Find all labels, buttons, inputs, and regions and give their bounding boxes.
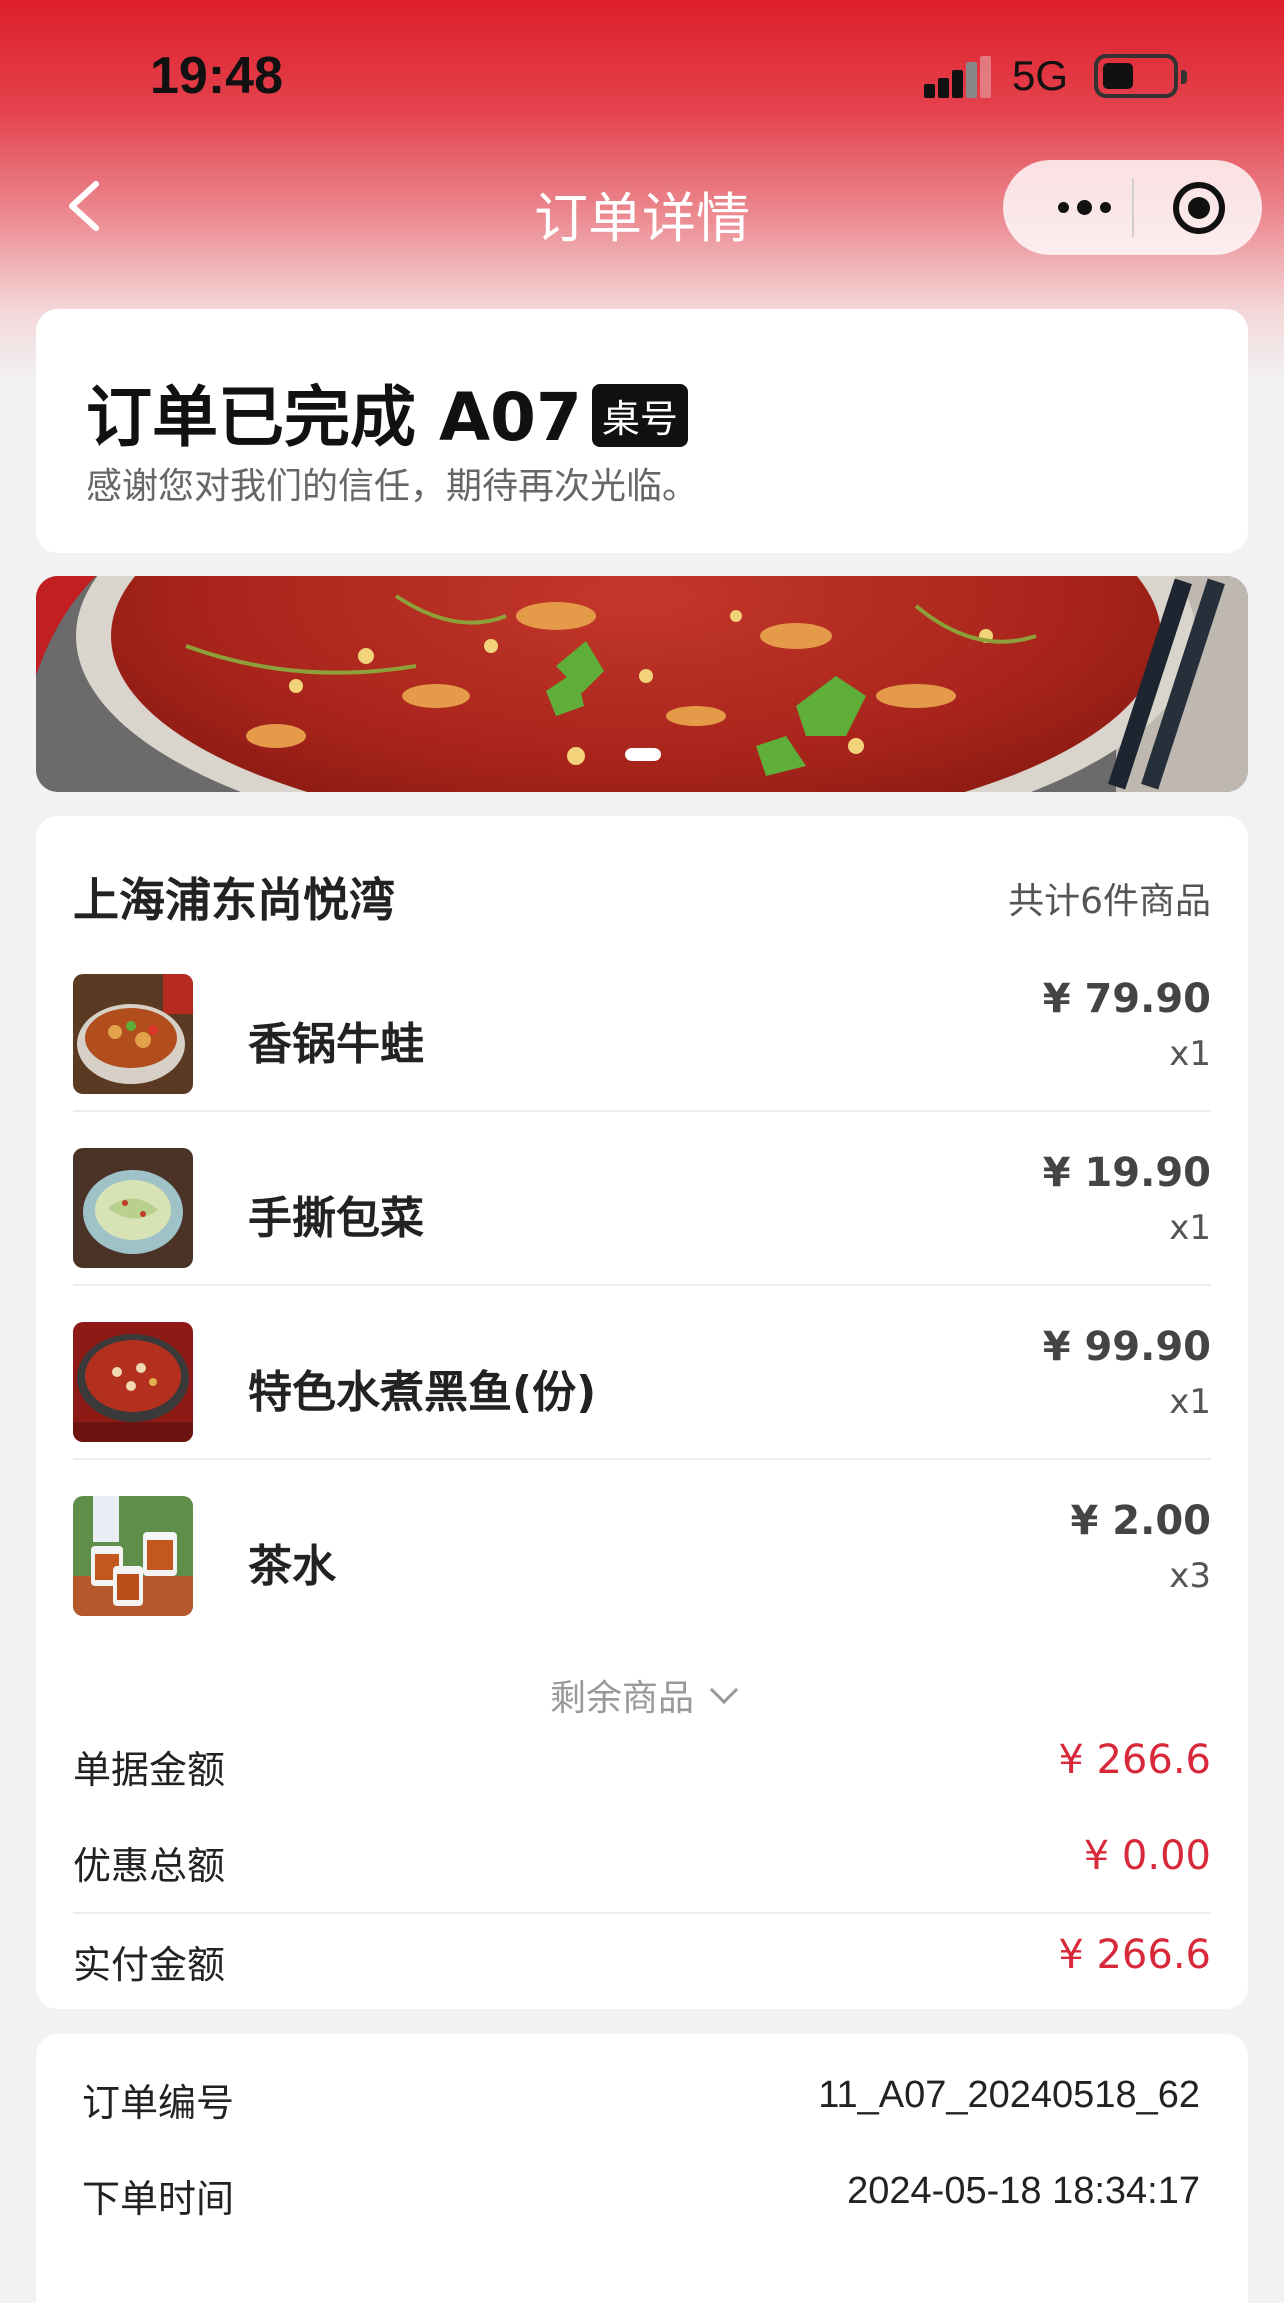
chevron-down-icon xyxy=(709,1675,739,1705)
order-items-card: 上海浦东尚悦湾 共计6件商品 香锅牛蛙 ¥ 79.90 x1 手撕包菜 ¥ 19… xyxy=(36,816,1248,2009)
order-status-card: 订单已完成 A07 桌号 感谢您对我们的信任，期待再次光临。 xyxy=(36,309,1248,553)
network-label: 5G xyxy=(1012,52,1069,99)
item-price: ¥ 19.90 xyxy=(1042,1150,1211,1196)
order-status-subtitle: 感谢您对我们的信任，期待再次光临。 xyxy=(86,466,699,507)
summary-label: 优惠总额 xyxy=(73,1844,226,1888)
close-target-icon[interactable] xyxy=(1173,182,1225,234)
info-label: 下单时间 xyxy=(82,2177,235,2221)
mini-program-capsule xyxy=(1003,160,1262,255)
order-status-title: 订单已完成 A07 桌号 xyxy=(86,364,688,460)
item-name: 特色水煮黑鱼(份) xyxy=(248,1367,597,1418)
list-item[interactable]: 特色水煮黑鱼(份) ¥ 99.90 x1 xyxy=(73,1286,1211,1460)
summary-label: 实付金额 xyxy=(73,1943,226,1987)
item-price: ¥ 2.00 xyxy=(1070,1498,1211,1544)
food-banner-image[interactable] xyxy=(36,576,1248,792)
info-label: 订单编号 xyxy=(82,2081,235,2125)
order-status-text: 订单已完成 A07 xyxy=(86,379,582,456)
list-item[interactable]: 香锅牛蛙 ¥ 79.90 x1 xyxy=(73,938,1211,1112)
battery-icon xyxy=(1094,54,1187,98)
order-info-card: 订单编号 11_A07_20240518_62 下单时间 2024-05-18 … xyxy=(36,2034,1248,2303)
summary-value: ¥ 0.00 xyxy=(1083,1833,1211,1879)
more-dots-icon[interactable] xyxy=(1039,160,1129,255)
more-items-toggle[interactable]: 剩余商品 xyxy=(36,1669,1248,1721)
item-name: 手撕包菜 xyxy=(248,1193,424,1244)
item-thumbnail xyxy=(73,974,193,1094)
item-price: ¥ 79.90 xyxy=(1042,976,1211,1022)
summary-value: ¥ 266.6 xyxy=(1058,1932,1211,1978)
list-item[interactable]: 手撕包菜 ¥ 19.90 x1 xyxy=(73,1112,1211,1286)
item-thumbnail xyxy=(73,1496,193,1616)
item-count: 共计6件商品 xyxy=(1008,881,1211,922)
info-value: 2024-05-18 18:34:17 xyxy=(847,2170,1200,2212)
summary-label: 单据金额 xyxy=(73,1748,226,1792)
list-item[interactable]: 茶水 ¥ 2.00 x3 xyxy=(73,1460,1211,1634)
item-thumbnail xyxy=(73,1322,193,1442)
summary-value: ¥ 266.6 xyxy=(1058,1737,1211,1783)
summary-row-paid-amount: 实付金额 ¥ 266.6 xyxy=(73,1922,1211,1992)
summary-row-discount: 优惠总额 ¥ 0.00 xyxy=(73,1823,1211,1893)
item-quantity: x3 xyxy=(1169,1556,1211,1596)
item-name: 香锅牛蛙 xyxy=(248,1019,424,1070)
info-value[interactable]: 11_A07_20240518_62 xyxy=(818,2074,1200,2117)
item-quantity: x1 xyxy=(1169,1382,1211,1422)
item-quantity: x1 xyxy=(1169,1208,1211,1248)
more-items-label: 剩余商品 xyxy=(549,1678,694,1719)
banner-indicator xyxy=(625,748,661,761)
summary-row-bill-amount: 单据金额 ¥ 266.6 xyxy=(73,1727,1211,1797)
summary-divider xyxy=(73,1912,1211,1914)
item-name: 茶水 xyxy=(248,1541,336,1592)
item-thumbnail xyxy=(73,1148,193,1268)
capsule-divider xyxy=(1132,178,1134,237)
item-price: ¥ 99.90 xyxy=(1042,1324,1211,1370)
signal-icon xyxy=(924,56,991,98)
status-time: 19:48 xyxy=(150,47,283,105)
store-name: 上海浦东尚悦湾 xyxy=(73,873,395,927)
table-number-badge: 桌号 xyxy=(591,384,688,447)
item-quantity: x1 xyxy=(1169,1034,1211,1074)
